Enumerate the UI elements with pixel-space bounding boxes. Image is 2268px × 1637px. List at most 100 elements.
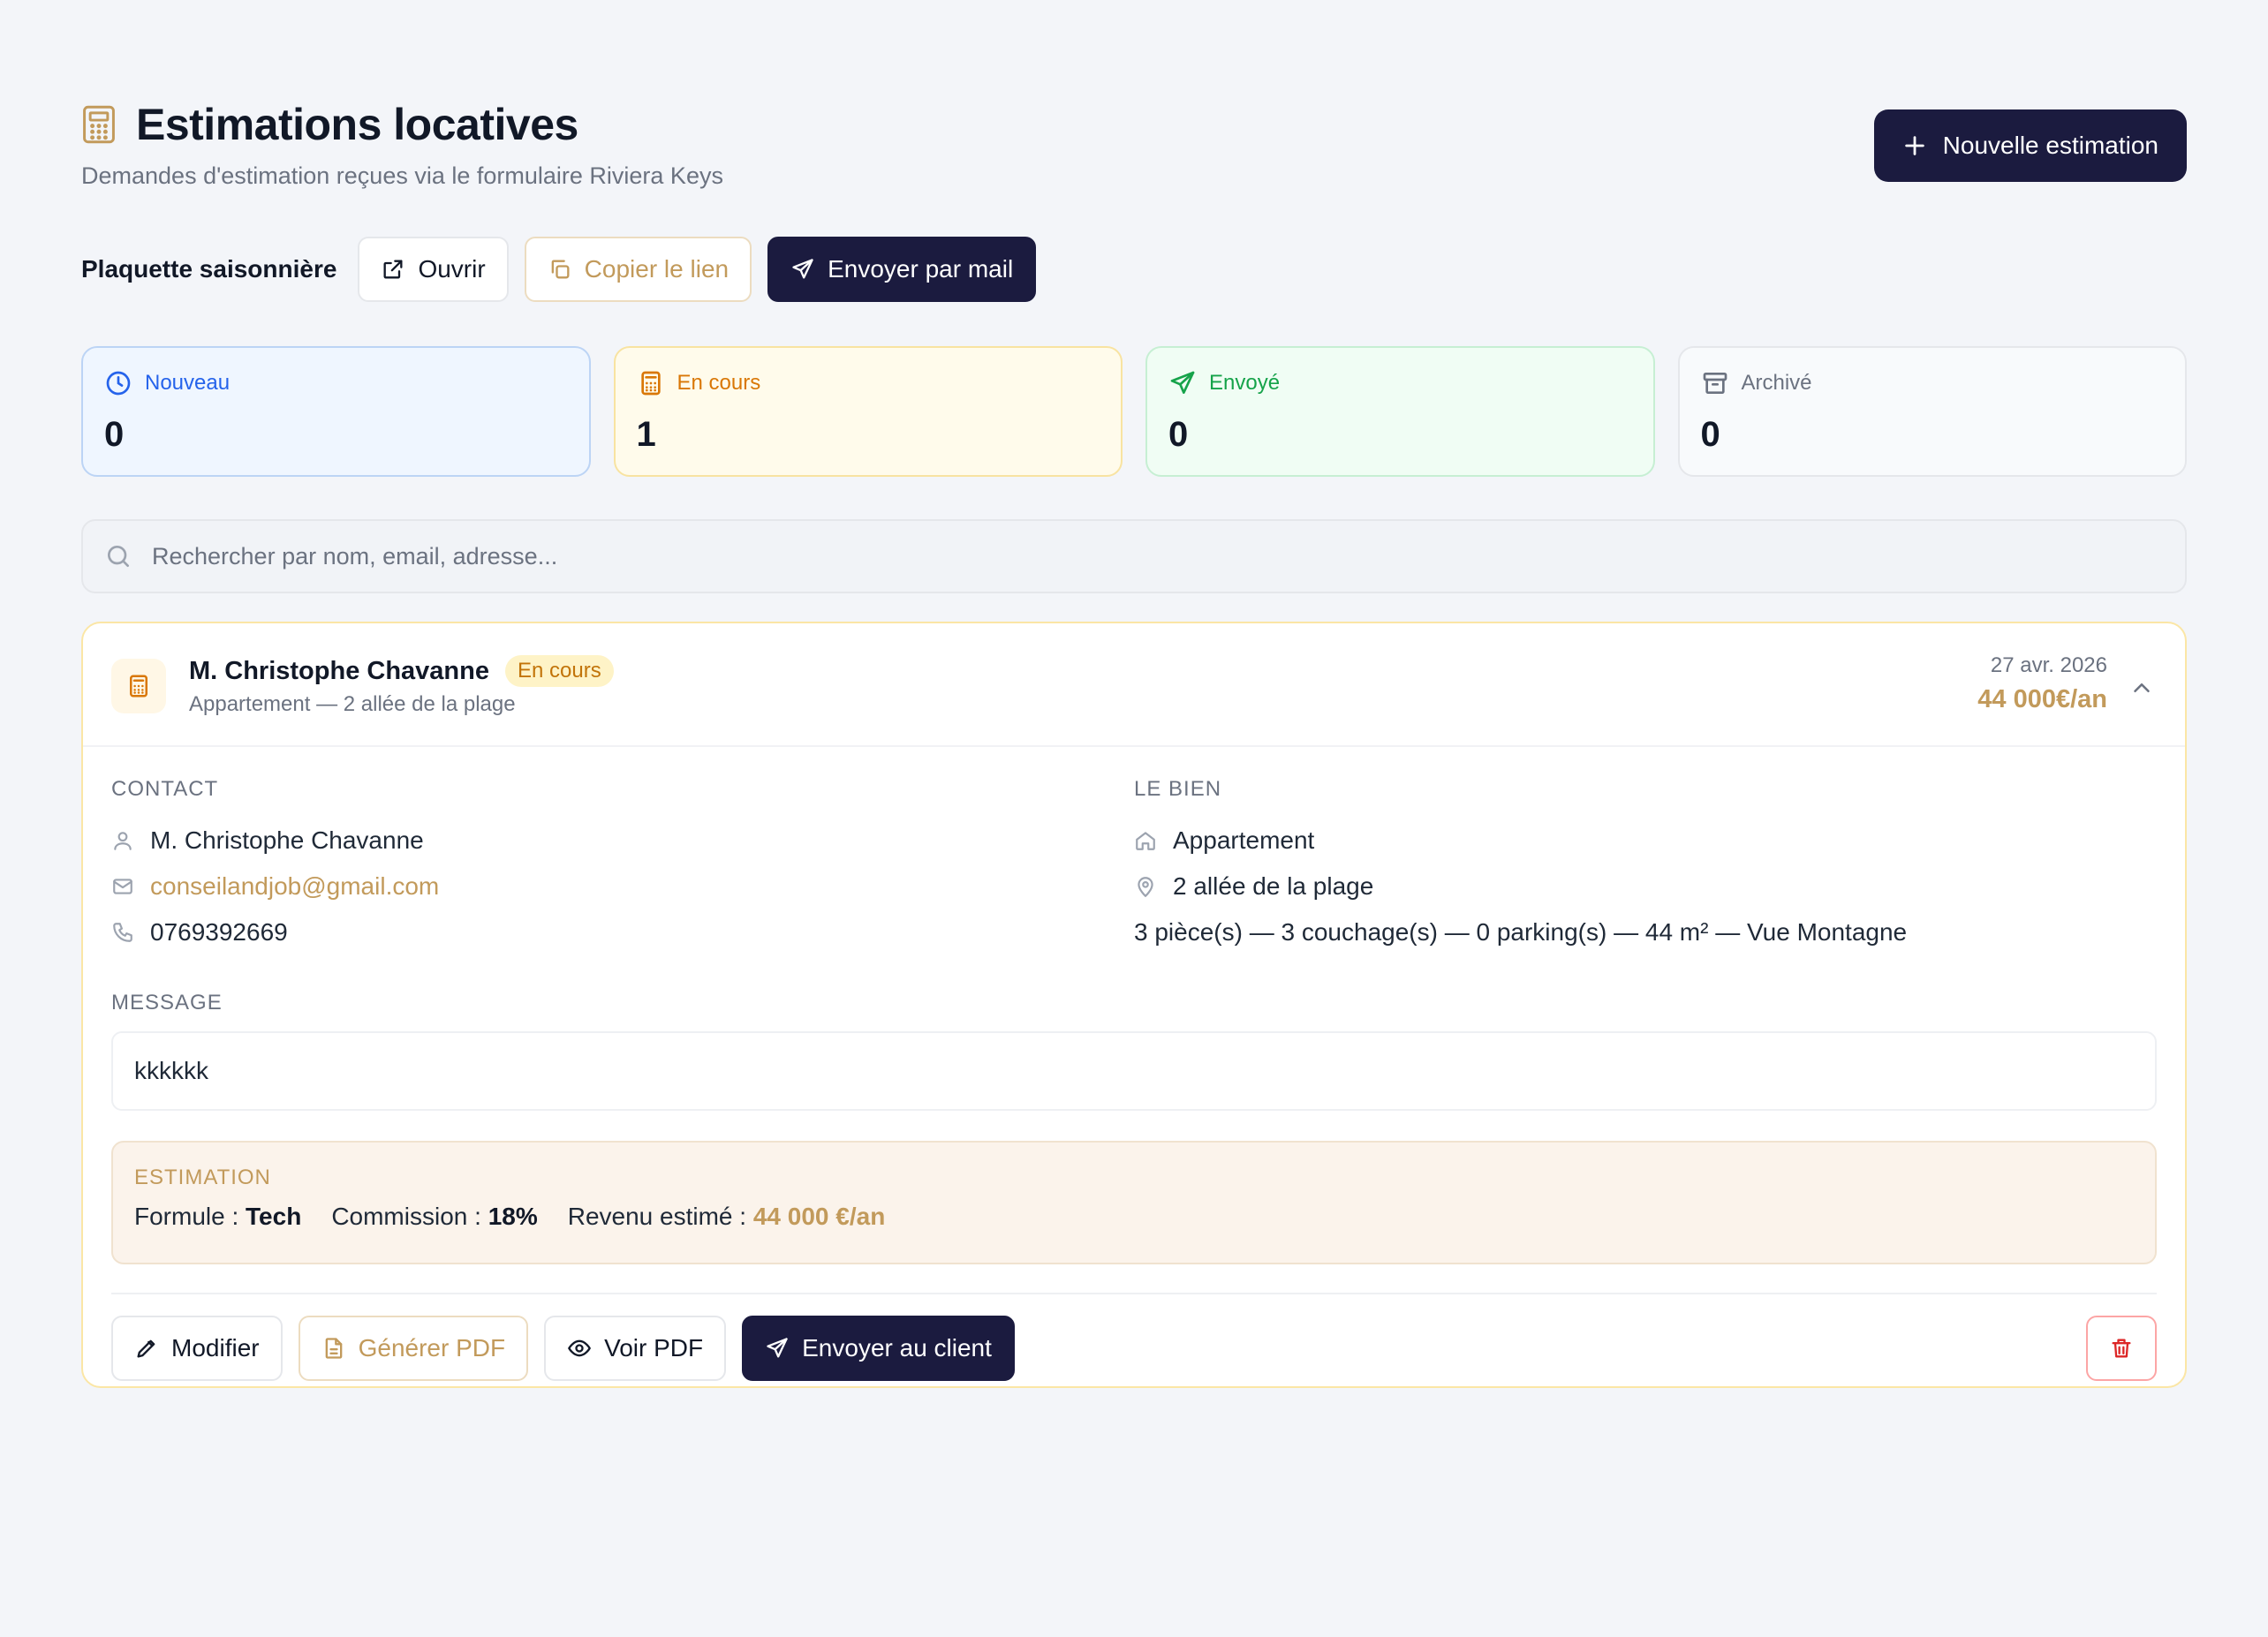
edit-label: Modifier (171, 1334, 260, 1362)
open-button[interactable]: Ouvrir (358, 237, 509, 302)
property-section: LE BIEN Appartement 2 allée de la plage … (1134, 777, 2157, 955)
view-pdf-button[interactable]: Voir PDF (544, 1316, 727, 1381)
status-summary: Nouveau 0 En cours 1 Envoyé 0 Archivé 0 (81, 346, 2187, 477)
copy-link-button[interactable]: Copier le lien (524, 237, 752, 302)
estimation-summary: ESTIMATION Formule : Tech Commission : 1… (111, 1141, 2157, 1264)
calculator-icon (130, 675, 147, 698)
status-label-row: En cours (637, 369, 1100, 397)
phone-icon (113, 923, 132, 942)
trash-icon (2112, 1339, 2131, 1358)
contact-label: CONTACT (111, 777, 219, 801)
copy-icon (551, 260, 570, 279)
commission-field: Commission : 18% (331, 1203, 537, 1231)
send-to-client-button[interactable]: Envoyer au client (742, 1316, 1015, 1381)
status-count: 0 (1168, 415, 1189, 454)
contact-name-line: M. Christophe Chavanne (111, 818, 1134, 864)
status-label-row: Nouveau (104, 369, 568, 397)
generate-pdf-button[interactable]: Générer PDF (298, 1316, 529, 1381)
open-label: Ouvrir (418, 255, 486, 283)
estimation-meta: 27 avr. 2026 44 000€/an (1977, 653, 2107, 714)
plaquette-toolbar: Plaquette saisonnière Ouvrir Copier le l… (81, 237, 1037, 302)
eye-icon (568, 1339, 591, 1357)
divider (111, 1293, 2157, 1294)
calculator-icon (640, 371, 661, 396)
map-pin-icon (1138, 877, 1153, 897)
status-card-archived[interactable]: Archivé 0 (1677, 346, 2187, 477)
send-icon (767, 1338, 788, 1358)
estimation-card-body: CONTACT M. Christophe Chavanne conseilan… (83, 747, 2185, 1381)
new-estimation-button[interactable]: Nouvelle estimation (1873, 109, 2187, 182)
generate-pdf-label: Générer PDF (358, 1334, 506, 1362)
property-type-line: Appartement (1134, 818, 2157, 864)
external-link-icon (383, 260, 403, 279)
chevron-up-icon[interactable] (2128, 675, 2155, 701)
estimation-avatar (111, 659, 166, 713)
pencil-icon (137, 1339, 155, 1358)
estimation-label: ESTIMATION (134, 1166, 271, 1189)
client-name: M. Christophe Chavanne (189, 656, 489, 685)
status-label: En cours (677, 371, 761, 395)
send-icon (792, 259, 813, 279)
copy-link-label: Copier le lien (584, 255, 730, 283)
status-label: Envoyé (1209, 371, 1281, 395)
search-icon (107, 546, 129, 567)
status-label: Archivé (1741, 371, 1812, 395)
contact-phone: 0769392669 (150, 918, 288, 946)
title-row: Estimations locatives (81, 99, 2187, 150)
commission-label: Commission : (331, 1203, 481, 1230)
clock-icon (106, 371, 131, 396)
status-label-row: Archivé (1701, 369, 2165, 397)
contact-section: CONTACT M. Christophe Chavanne conseilan… (111, 777, 1134, 955)
property-address-line: 2 allée de la plage (1134, 864, 2157, 909)
edit-button[interactable]: Modifier (111, 1316, 283, 1381)
property-label: LE BIEN (1134, 777, 1222, 801)
page-title: Estimations locatives (136, 100, 578, 149)
status-card-new[interactable]: Nouveau 0 (81, 346, 591, 477)
estimation-card-header[interactable]: M. Christophe Chavanne En cours Appartem… (83, 623, 2185, 747)
status-card-in-progress[interactable]: En cours 1 (613, 346, 1123, 477)
mail-icon (113, 879, 132, 894)
contact-email[interactable]: conseilandjob@gmail.com (150, 872, 439, 901)
property-address: 2 allée de la plage (1173, 872, 1374, 900)
revenue-label: Revenu estimé : (567, 1203, 747, 1230)
estimation-date: 27 avr. 2026 (1990, 653, 2107, 677)
contact-email-line[interactable]: conseilandjob@gmail.com (111, 864, 1134, 909)
estimation-values: Formule : Tech Commission : 18% Revenu e… (134, 1203, 2134, 1231)
user-icon (114, 832, 132, 850)
page-subtitle: Demandes d'estimation reçues via le form… (81, 162, 723, 189)
archive-icon (1703, 373, 1727, 394)
revenue-value: 44 000 €/an (752, 1203, 886, 1230)
estimation-actions: Modifier Générer PDF Voir PDF Envoyer au… (111, 1316, 2157, 1381)
status-card-sent[interactable]: Envoyé 0 (1145, 346, 1655, 477)
property-type: Appartement (1173, 826, 1315, 854)
message-box: kkkkkk (111, 1031, 2157, 1111)
file-text-icon (325, 1338, 342, 1359)
property-details-line: 3 pièce(s) — 3 couchage(s) — 0 parking(s… (1134, 909, 2157, 955)
estimation-name-row: M. Christophe Chavanne En cours (189, 655, 614, 687)
page-header: Estimations locatives Demandes d'estimat… (81, 99, 2187, 196)
plus-icon (1904, 136, 1924, 155)
send-mail-button[interactable]: Envoyer par mail (767, 237, 1037, 302)
status-count: 0 (1700, 415, 1720, 454)
formula-field: Formule : Tech (134, 1203, 301, 1231)
estimation-amount: 44 000€/an (1977, 685, 2107, 713)
details-columns: CONTACT M. Christophe Chavanne conseilan… (111, 777, 2157, 955)
contact-phone-line: 0769392669 (111, 909, 1134, 955)
home-icon (1136, 832, 1155, 850)
calculator-icon (81, 104, 117, 145)
search-bar (81, 519, 2187, 593)
plaquette-label: Plaquette saisonnière (81, 255, 337, 283)
send-icon (1170, 371, 1195, 394)
revenue-field: Revenu estimé : 44 000 €/an (568, 1203, 886, 1231)
status-badge: En cours (505, 655, 614, 687)
search-input[interactable] (152, 542, 2164, 570)
status-label: Nouveau (145, 371, 231, 395)
contact-name: M. Christophe Chavanne (150, 826, 424, 854)
formula-label: Formule : (134, 1203, 239, 1230)
status-label-row: Envoyé (1168, 369, 1632, 397)
delete-button[interactable] (2086, 1316, 2157, 1381)
formula-value: Tech (246, 1203, 302, 1230)
property-summary: Appartement — 2 allée de la plage (189, 692, 516, 716)
send-mail-label: Envoyer par mail (828, 255, 1014, 283)
view-pdf-label: Voir PDF (604, 1334, 704, 1362)
